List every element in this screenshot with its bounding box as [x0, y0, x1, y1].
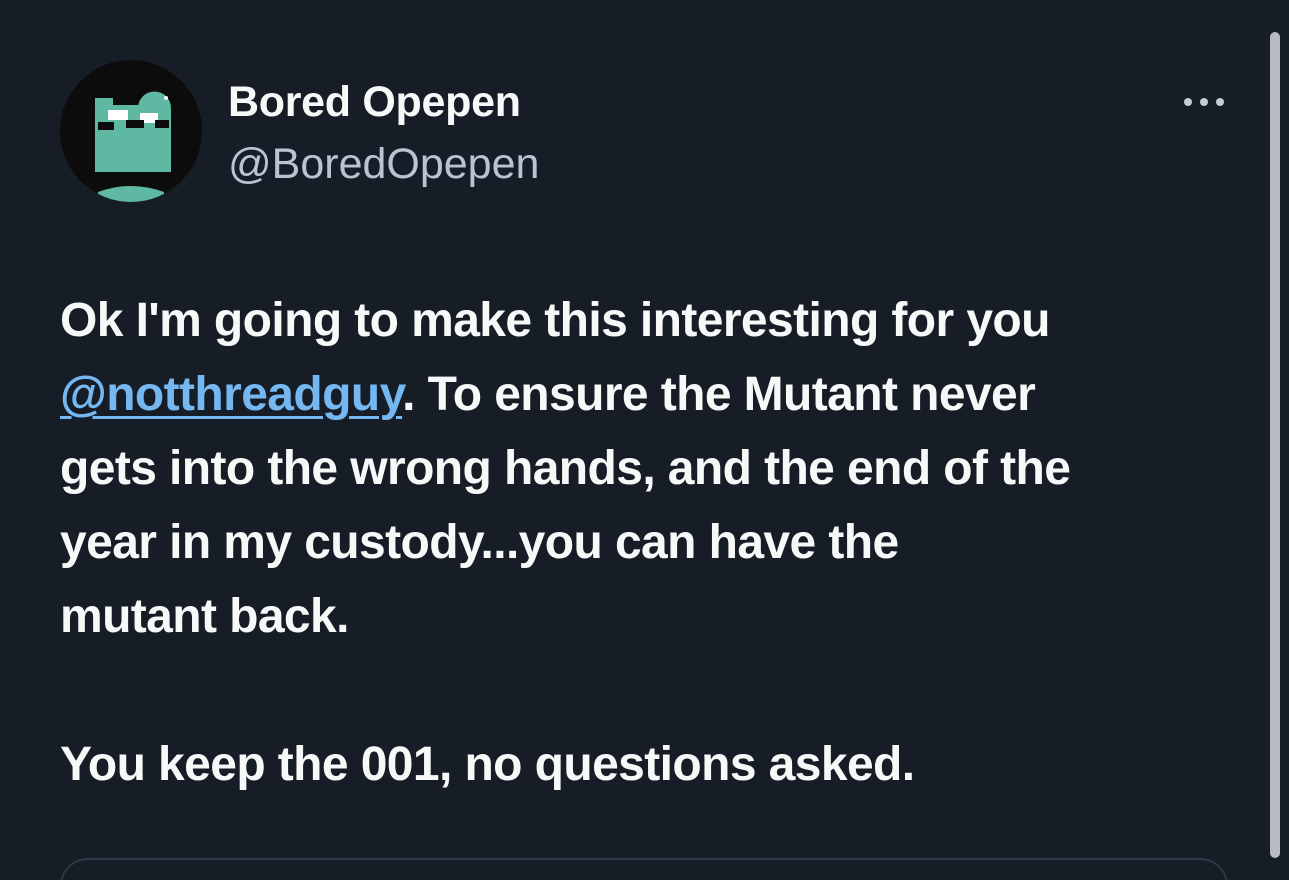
mention-link[interactable]: @notthreadguy: [60, 368, 403, 421]
tweet-text: Ok I'm going to make this interesting fo…: [60, 284, 1260, 802]
tweet-text-line: @notthreadguy. To ensure the Mutant neve…: [60, 358, 1260, 432]
tweet-text-line: You keep the 001, no questions asked.: [60, 738, 915, 791]
scrollbar[interactable]: [1270, 32, 1280, 858]
tweet-text-line: mutant back.: [60, 590, 349, 643]
ellipsis-icon: [1184, 98, 1224, 106]
embedded-card-edge[interactable]: [60, 858, 1228, 880]
avatar[interactable]: [60, 60, 202, 202]
tweet-text-line: Ok I'm going to make this interesting fo…: [60, 294, 1050, 347]
tweet-text-line: year in my custody...you can have the: [60, 516, 899, 569]
more-options-button[interactable]: [1176, 82, 1232, 122]
opepen-avatar-icon: [95, 91, 171, 202]
author-display-name[interactable]: Bored Opepen: [228, 74, 521, 130]
tweet-text-segment: . To ensure the Mutant never: [402, 368, 1036, 421]
author-handle[interactable]: @BoredOpepen: [228, 136, 539, 192]
tweet-text-line: gets into the wrong hands, and the end o…: [60, 442, 1071, 495]
